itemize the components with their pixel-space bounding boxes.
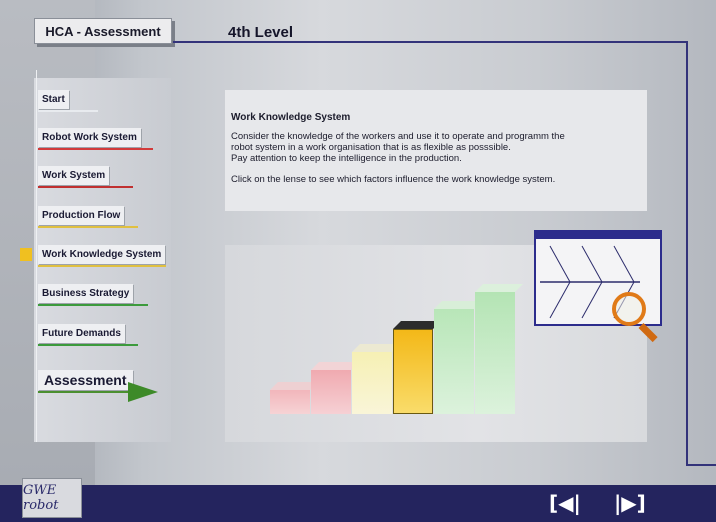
gwe-robot-logo: GWE robot <box>22 478 82 518</box>
frame-line-top <box>173 41 688 43</box>
sidebar-underline-business-strategy <box>38 304 148 306</box>
active-item-marker <box>20 248 32 261</box>
bottom-bar <box>0 485 716 522</box>
logo-text: GWE robot <box>23 483 59 513</box>
step-bar-5 <box>434 301 482 414</box>
next-page-button[interactable]: |▶] <box>614 491 646 515</box>
sidebar-underline-future-demands <box>38 344 138 346</box>
app-title: HCA - Assessment <box>34 18 172 44</box>
sidebar-item-business-strategy[interactable]: Business Strategy <box>38 284 134 303</box>
sidebar-item-future-demands[interactable]: Future Demands <box>38 324 125 343</box>
frame-line-right <box>686 41 688 466</box>
info-line-2: robot system in a work organisation that… <box>231 142 511 153</box>
assessment-underline <box>38 391 130 393</box>
sidebar-underline-work-system <box>38 186 133 188</box>
step-bar-3 <box>352 344 400 414</box>
step-bar-2 <box>311 362 359 414</box>
step-bar-6 <box>475 284 523 414</box>
info-instruction: Click on the lense to see which factors … <box>231 174 556 185</box>
sidebar-item-work-knowledge-system[interactable]: Work Knowledge System <box>38 245 166 264</box>
info-line-3: Pay attention to keep the intelligence i… <box>231 153 462 164</box>
sidebar-underline-start <box>38 110 98 112</box>
sidebar-item-production-flow[interactable]: Production Flow <box>38 206 125 225</box>
step-bar-4-active <box>393 321 441 414</box>
magnifier-lens-icon[interactable] <box>612 292 646 326</box>
assessment-button[interactable]: Assessment <box>38 370 133 390</box>
frame-line-bottom <box>686 464 716 466</box>
previous-page-button[interactable]: [◀| <box>549 491 581 515</box>
info-line-1: Consider the knowledge of the workers an… <box>231 131 565 142</box>
sidebar-item-start[interactable]: Start <box>38 90 69 109</box>
sidebar-item-work-system[interactable]: Work System <box>38 166 110 185</box>
sidebar-underline-robot-work-system <box>38 148 153 150</box>
info-box: Work Knowledge System Consider the knowl… <box>225 90 647 211</box>
step-bar-1 <box>270 382 318 414</box>
sidebar-underline-production-flow <box>38 226 138 228</box>
assessment-arrow-icon[interactable] <box>128 382 158 402</box>
sidebar-item-robot-work-system[interactable]: Robot Work System <box>38 128 141 147</box>
sidebar-divider <box>36 70 37 442</box>
info-title: Work Knowledge System <box>231 112 351 123</box>
page-title: 4th Level <box>228 24 294 41</box>
sidebar-underline-work-knowledge-system <box>38 265 166 267</box>
